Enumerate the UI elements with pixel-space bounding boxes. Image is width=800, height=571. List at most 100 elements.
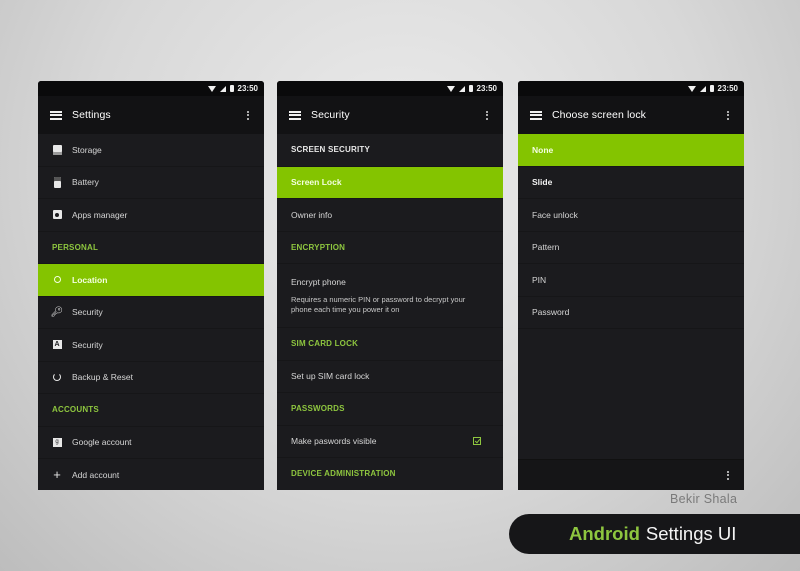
status-time: 23:50 [717,84,738,93]
toolbar: Settings [38,96,264,134]
signal-icon [699,85,706,92]
item-label: Password [532,307,570,318]
list-item-backup-reset[interactable]: Backup & Reset [38,362,264,394]
item-label: ENCRYPTION [291,242,346,252]
list-item-google-account[interactable]: g Google account [38,427,264,459]
item-label: Face unlock [532,209,578,220]
item-label: Location [72,274,108,285]
menu-icon[interactable] [50,110,62,120]
toolbar: Security [277,96,503,134]
item-label: Make paswords visible [291,436,377,447]
checkbox[interactable] [473,437,481,446]
overflow-menu-icon[interactable] [244,110,252,120]
toolbar-title: Settings [72,109,111,121]
battery-status-icon [468,85,473,92]
list-item-pin[interactable]: PIN [518,264,744,297]
wifi-icon [207,85,216,92]
item-label: Screen Lock [291,177,342,188]
list-item-apps-manager[interactable]: Apps manager [38,199,264,232]
item-label: PERSONAL [52,242,99,252]
item-label: Google account [72,437,132,448]
location-icon [52,275,62,285]
banner-rest: Settings UI [645,523,737,544]
list-item-make-paswords-visible[interactable]: Make paswords visible [277,426,503,458]
section-header-accounts: ACCOUNTS [38,394,264,427]
item-label: Pattern [532,242,560,253]
status-time: 23:50 [237,84,258,93]
storage-icon [52,144,62,155]
apps-icon [52,210,62,220]
toolbar-title: Security [311,109,350,121]
backup-icon [52,372,62,382]
item-label: SIM CARD LOCK [291,339,359,349]
item-label: Encrypt phone [291,276,346,287]
security-screen: 23:50 Security SCREEN SECURITY Screen Loc… [277,81,503,490]
wifi-icon [687,85,696,92]
plus-icon: + [53,467,61,483]
menu-icon[interactable] [289,110,301,120]
overflow-menu-icon[interactable] [724,110,732,120]
list-item-security[interactable]: 🔑︎ Security [38,297,264,329]
list-item-battery[interactable]: Battery [38,167,264,199]
menu-icon[interactable] [530,110,542,120]
battery-icon [52,176,62,188]
list-item-face-unlock[interactable]: Face unlock [518,199,744,232]
status-bar: 23:50 [38,81,264,96]
bottom-bar [518,459,744,490]
item-label: Storage [72,144,102,155]
list-item-none[interactable]: None [518,134,744,167]
list-item-slide[interactable]: Slide [518,167,744,199]
list-item-storage[interactable]: Storage [38,134,264,167]
item-label: SCREEN SECURITY [291,145,371,155]
section-header-personal: PERSONAL [38,232,264,264]
signal-icon [219,85,226,92]
settings-list: Storage Battery Apps manager PERSONAL Locati… [38,134,264,490]
battery-status-icon [229,85,234,92]
item-label: Owner info [291,209,333,220]
section-header-encryption: ENCRYPTION [277,232,503,264]
item-label: Battery [72,177,99,188]
item-description: Requires a numeric PIN or password to de… [291,294,466,314]
list-item-security[interactable]: A Security [38,329,264,362]
list-item-owner-info[interactable]: Owner info [277,199,503,232]
banner-accent: Android [569,523,640,544]
list-item-set-up-sim-card-lock[interactable]: Set up SIM card lock [277,361,503,393]
wifi-icon [446,85,455,92]
title-banner: Android Settings UI [509,514,800,554]
item-label: Security [72,339,103,350]
status-bar: 23:50 [277,81,503,96]
item-label: PIN [532,274,547,285]
language-icon: A [52,340,62,350]
settings-screen: 23:50 Settings Storage Battery Apps manage… [38,81,264,490]
signal-icon [458,85,465,92]
status-time: 23:50 [476,84,497,93]
item-label: Add account [72,469,120,480]
overflow-menu-icon[interactable] [724,470,732,480]
section-header-sim-card-lock: SIM CARD LOCK [277,328,503,361]
list-item-location[interactable]: Location [38,264,264,297]
list-item-encrypt-phone[interactable]: Encrypt phone Requires a numeric PIN or p… [277,264,503,328]
battery-status-icon [709,85,714,92]
list-item-password[interactable]: Password [518,297,744,329]
key-icon: 🔑︎ [50,306,64,318]
item-label: DEVICE ADMINISTRATION [291,469,396,479]
toolbar-title: Choose screen lock [552,109,647,121]
section-header-screen-security: SCREEN SECURITY [277,134,503,167]
list-item-screen-lock[interactable]: Screen Lock [277,166,503,199]
section-header-passwords: PASSWORDS [277,393,503,426]
screen-lock-list: None Slide Face unlock Pattern PIN Password [518,134,744,329]
item-label: Set up SIM card lock [291,371,370,382]
screen-lock-screen: 23:50 Choose screen lock None Slide Face u… [518,81,744,490]
toolbar: Choose screen lock [518,96,744,134]
item-label: Apps manager [72,209,128,220]
item-label: None [532,144,554,155]
status-bar: 23:50 [518,81,744,96]
item-label: Security [72,307,103,318]
item-label: Backup & Reset [72,372,133,383]
overflow-menu-icon[interactable] [483,110,491,120]
author-credit: Bekir Shala [670,492,738,506]
list-item-add-account[interactable]: + Add account [38,459,264,490]
section-header-device-administration: DEVICE ADMINISTRATION [277,458,503,490]
google-icon: g [52,437,62,447]
list-item-pattern[interactable]: Pattern [518,232,744,264]
